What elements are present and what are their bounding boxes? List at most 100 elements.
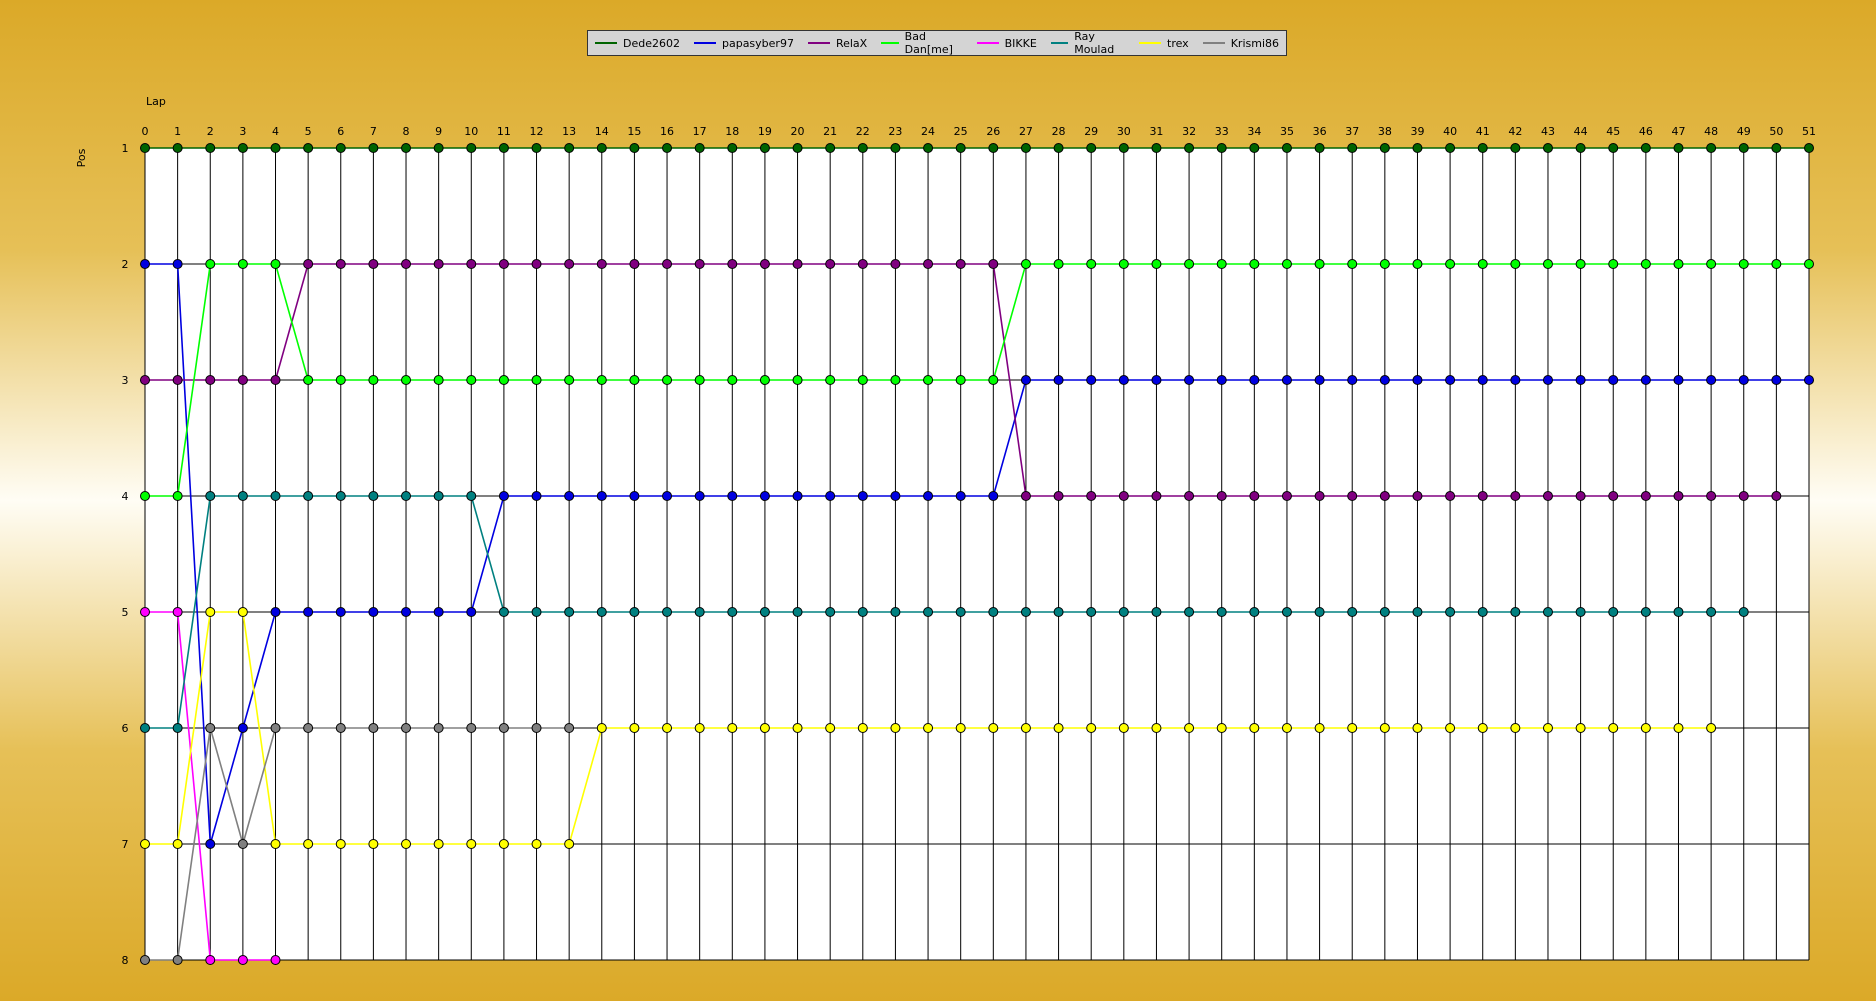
data-point: [498, 607, 509, 617]
data-point: [564, 375, 575, 385]
data-point: [1510, 491, 1521, 501]
data-point: [1151, 491, 1162, 501]
data-point: [172, 491, 183, 501]
data-point: [531, 607, 542, 617]
x-tick-label: 42: [1508, 125, 1522, 138]
data-point: [531, 723, 542, 733]
data-point: [1379, 143, 1390, 153]
x-tick-label: 41: [1476, 125, 1490, 138]
data-point: [433, 143, 444, 153]
data-point: [1086, 375, 1097, 385]
data-point: [466, 491, 477, 501]
y-tick-label: 6: [122, 722, 129, 735]
data-point: [1608, 491, 1619, 501]
x-tick-label: 44: [1574, 125, 1588, 138]
data-point: [1086, 143, 1097, 153]
data-point: [466, 143, 477, 153]
data-point: [498, 723, 509, 733]
data-point: [694, 723, 705, 733]
data-point: [401, 607, 412, 617]
data-point: [1379, 491, 1390, 501]
x-tick-label: 9: [435, 125, 442, 138]
data-point: [335, 375, 346, 385]
data-point: [923, 723, 934, 733]
y-tick-label: 7: [122, 838, 129, 851]
y-tick-label: 8: [122, 954, 129, 967]
data-point: [1412, 491, 1423, 501]
data-point: [1314, 259, 1325, 269]
x-tick-label: 8: [403, 125, 410, 138]
data-point: [1477, 259, 1488, 269]
data-point: [564, 607, 575, 617]
data-point: [629, 723, 640, 733]
data-point: [270, 955, 281, 965]
data-point: [857, 375, 868, 385]
data-point: [237, 259, 248, 269]
data-point: [1020, 143, 1031, 153]
data-point: [1477, 491, 1488, 501]
data-point: [335, 491, 346, 501]
data-point: [1575, 259, 1586, 269]
data-point: [1706, 143, 1717, 153]
data-point: [303, 143, 314, 153]
data-point: [498, 143, 509, 153]
x-tick-label: 17: [693, 125, 707, 138]
data-point: [1575, 491, 1586, 501]
data-point: [564, 143, 575, 153]
data-point: [237, 607, 248, 617]
data-point: [1445, 723, 1456, 733]
x-tick-label: 33: [1215, 125, 1229, 138]
data-point: [1249, 143, 1260, 153]
data-point: [955, 375, 966, 385]
x-tick-label: 6: [337, 125, 344, 138]
x-tick-label: 30: [1117, 125, 1131, 138]
data-point: [1216, 607, 1227, 617]
data-point: [629, 143, 640, 153]
x-tick-label: 3: [239, 125, 246, 138]
data-point: [433, 259, 444, 269]
data-point: [1184, 723, 1195, 733]
data-point: [1542, 607, 1553, 617]
data-point: [401, 839, 412, 849]
data-point: [237, 491, 248, 501]
data-point: [1216, 375, 1227, 385]
data-point: [792, 259, 803, 269]
data-point: [1673, 375, 1684, 385]
data-point: [1640, 375, 1651, 385]
data-point: [662, 375, 673, 385]
data-point: [759, 491, 770, 501]
data-point: [662, 259, 673, 269]
data-point: [466, 839, 477, 849]
data-point: [1379, 259, 1390, 269]
data-point: [1053, 259, 1064, 269]
data-point: [1053, 607, 1064, 617]
data-point: [466, 607, 477, 617]
data-point: [466, 723, 477, 733]
data-point: [172, 839, 183, 849]
data-point: [1706, 375, 1717, 385]
x-tick-label: 24: [921, 125, 935, 138]
data-point: [531, 839, 542, 849]
data-point: [140, 723, 150, 733]
data-point: [1608, 375, 1619, 385]
data-point: [596, 723, 607, 733]
y-tick-labels: 1 2 3 4 5 6 7 8: [122, 142, 129, 967]
data-point: [1151, 607, 1162, 617]
data-point: [1347, 143, 1358, 153]
data-point: [1542, 375, 1553, 385]
data-point: [368, 723, 379, 733]
data-point: [890, 259, 901, 269]
data-point: [303, 839, 314, 849]
x-tick-label: 4: [272, 125, 279, 138]
data-point: [1184, 259, 1195, 269]
data-point: [564, 839, 575, 849]
data-point: [237, 723, 248, 733]
data-point: [1575, 607, 1586, 617]
data-point: [988, 491, 999, 501]
data-point: [1608, 723, 1619, 733]
x-tick-label: 49: [1737, 125, 1751, 138]
data-point: [825, 259, 836, 269]
y-tick-label: 5: [122, 606, 129, 619]
data-point: [1347, 375, 1358, 385]
data-point: [1314, 723, 1325, 733]
